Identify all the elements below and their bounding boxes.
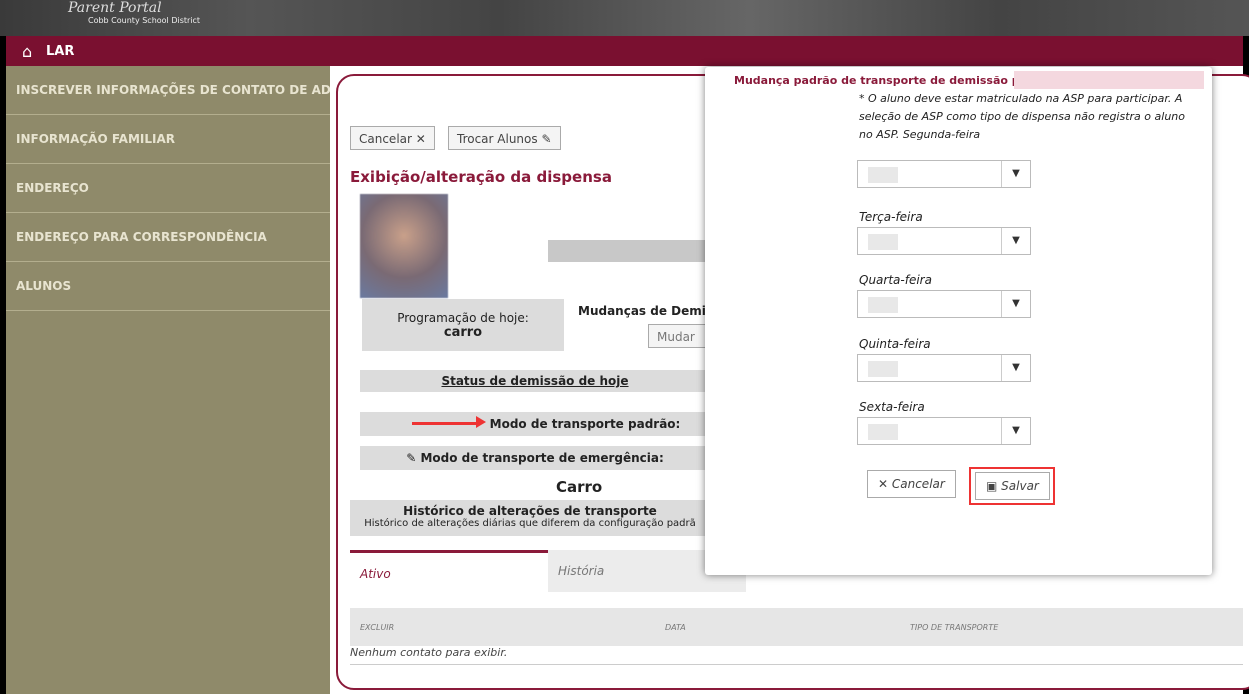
save-button[interactable]: ▣ Salvar <box>975 472 1050 500</box>
tuesday-transport-select[interactable]: ▼ <box>857 227 1031 255</box>
chevron-down-icon[interactable]: ▼ <box>1001 161 1030 187</box>
friday-label: Sexta-feira <box>859 400 925 414</box>
wednesday-selected-value <box>868 297 898 313</box>
chevron-down-icon[interactable]: ▼ <box>1001 418 1030 444</box>
chevron-down-icon[interactable]: ▼ <box>1001 291 1030 317</box>
modal-cancel-button[interactable]: ✕ Cancelar <box>867 470 956 498</box>
save-label: Salvar <box>1001 479 1039 493</box>
floppy-icon: ▣ <box>986 479 1002 493</box>
chevron-down-icon[interactable]: ▼ <box>1001 355 1030 381</box>
student-name-redacted-modal <box>1014 71 1204 89</box>
tuesday-selected-value <box>868 234 898 250</box>
thursday-selected-value <box>868 361 898 377</box>
friday-transport-select[interactable]: ▼ <box>857 417 1031 445</box>
thursday-label: Quinta-feira <box>859 337 931 351</box>
friday-selected-value <box>868 424 898 440</box>
thursday-transport-select[interactable]: ▼ <box>857 354 1031 382</box>
tuesday-label: Terça-feira <box>859 210 923 224</box>
monday-selected-value <box>868 167 898 183</box>
wednesday-label: Quarta-feira <box>859 273 932 287</box>
asp-note: * O aluno deve estar matriculado na ASP … <box>859 92 1185 141</box>
chevron-down-icon[interactable]: ▼ <box>1001 228 1030 254</box>
transport-change-modal: Mudança padrão de transporte de demissão… <box>705 67 1212 575</box>
modal-title: Mudança padrão de transporte de demissão… <box>734 74 1040 87</box>
wednesday-transport-select[interactable]: ▼ <box>857 290 1031 318</box>
monday-transport-select[interactable]: ▼ <box>857 160 1031 188</box>
